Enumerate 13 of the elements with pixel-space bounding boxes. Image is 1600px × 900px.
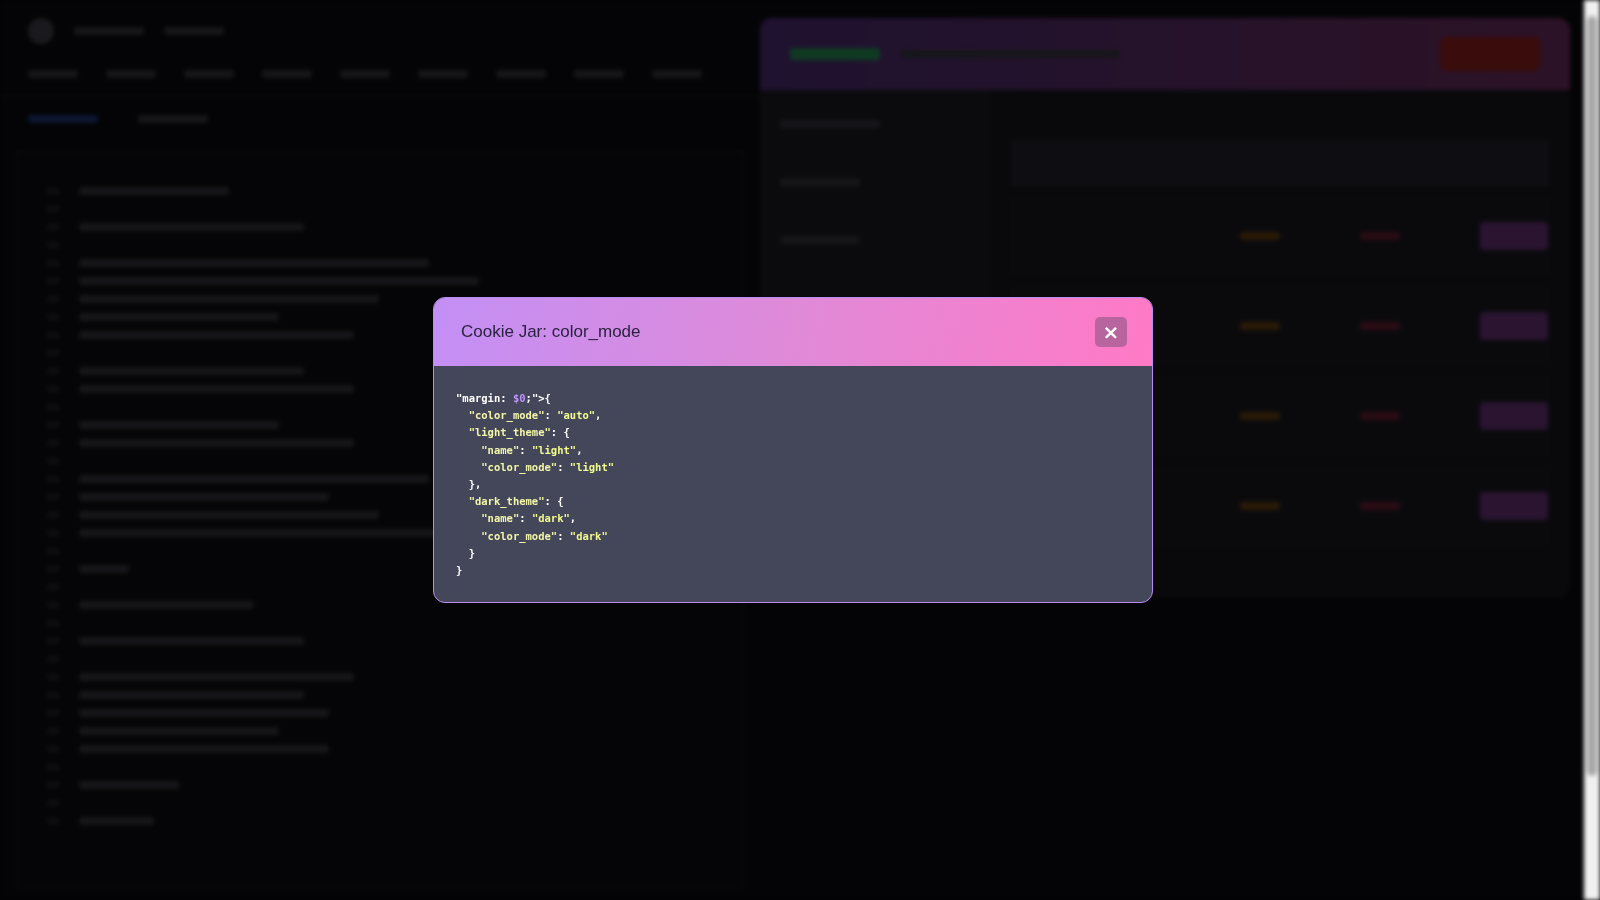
code-line: "name": "dark", [480,511,577,527]
code-line: } [467,545,475,561]
code-line: }, [467,477,482,492]
code-line: "margin: $0;">{ [456,391,551,406]
modal-title: Cookie Jar: color_mode [461,322,641,342]
close-button[interactable]: × [1095,317,1127,347]
code-line: } [456,563,463,579]
code-line: "color_mode": "auto", [467,408,602,424]
code-line: "dark_theme": { [467,494,564,510]
code-line: "color_mode": "light" [480,459,615,476]
code-line: "name": "light", [480,442,583,458]
code-line: "light_theme": { [467,425,570,441]
code-line: "color_mode": "dark" [480,528,608,545]
